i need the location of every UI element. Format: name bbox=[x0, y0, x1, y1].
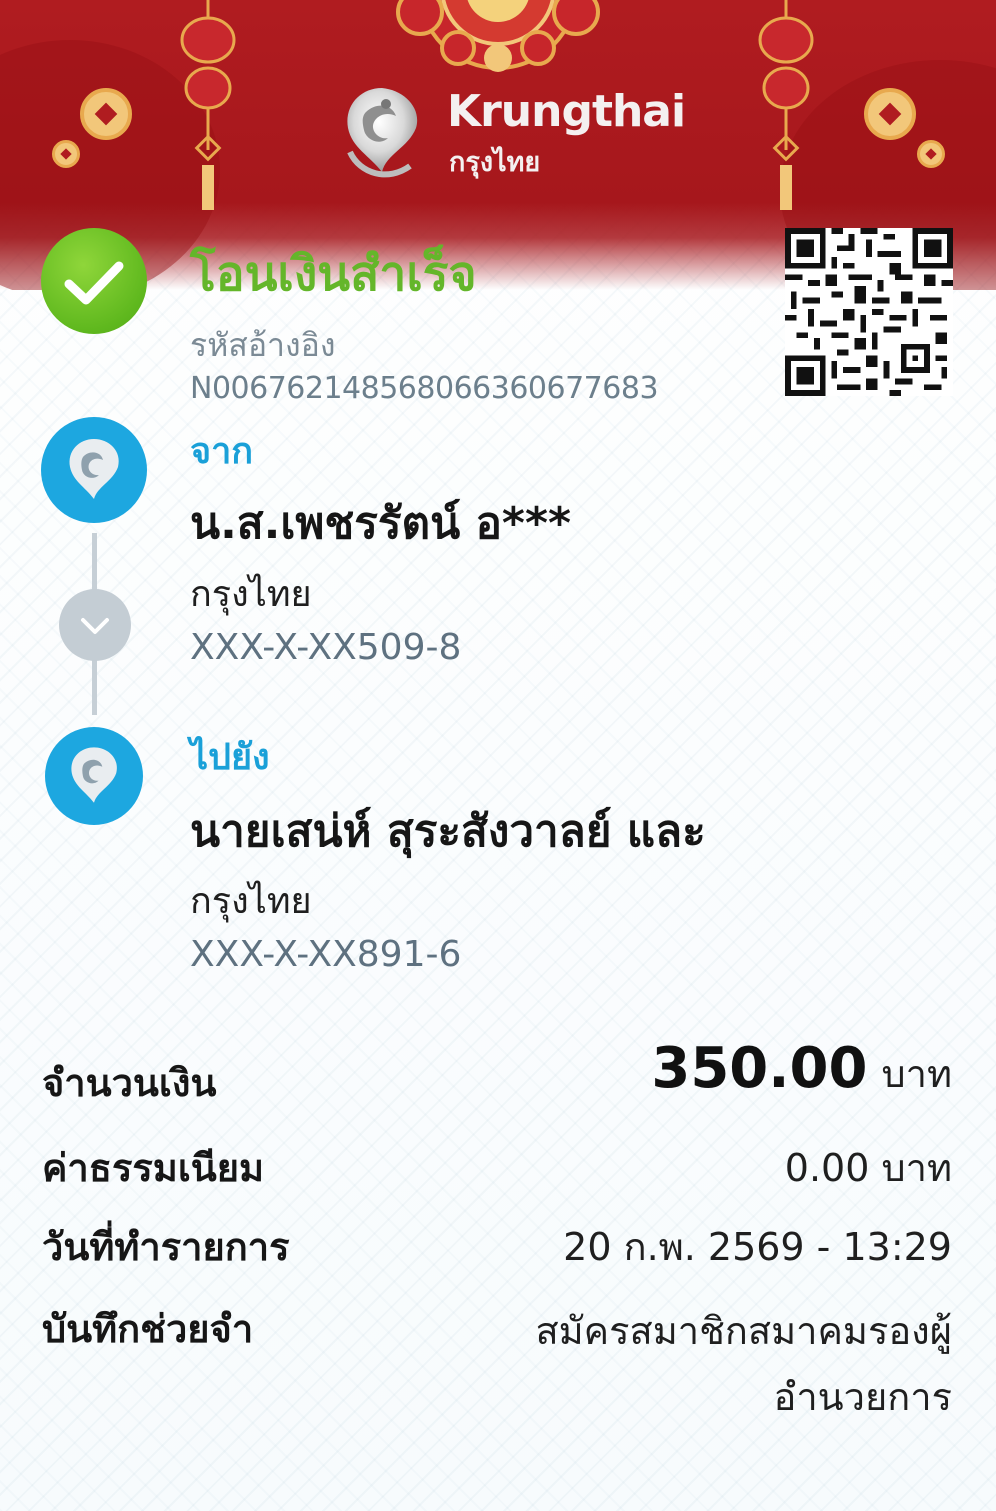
reference-label: รหัสอ้างอิง bbox=[190, 326, 336, 364]
qr-code-icon[interactable] bbox=[785, 228, 953, 396]
coin-icon bbox=[80, 88, 132, 140]
memo-label: บันทึกช่วยจำ bbox=[42, 1307, 254, 1351]
brand-name-th: กรุงไทย bbox=[449, 147, 541, 178]
recipient-name: นายเสน่ห์ สุระสังวาลย์ และ bbox=[190, 806, 706, 857]
amount-unit: บาท bbox=[881, 1052, 952, 1096]
lantern-icon bbox=[758, 0, 814, 210]
transaction-date-value: 20 ก.พ. 2569 - 13:29 bbox=[563, 1225, 952, 1269]
brand-name-en: Krungthai bbox=[447, 86, 686, 137]
amount-value: 350.00 bbox=[651, 1036, 868, 1101]
reference-number: N006762148568066360677683 bbox=[190, 371, 659, 406]
sender-account: XXX-X-XX509-8 bbox=[190, 627, 462, 668]
coin-icon bbox=[917, 140, 945, 168]
ornament-decoration bbox=[396, 0, 600, 72]
expand-details-button[interactable] bbox=[59, 589, 131, 661]
sender-bank: กรุงไทย bbox=[190, 574, 312, 615]
recipient-bank: กรุงไทย bbox=[190, 881, 312, 922]
to-bank-icon bbox=[45, 727, 143, 825]
memo-value: สมัครสมาชิกสมาคมรองผู้อำนวยการ bbox=[535, 1309, 952, 1419]
amount-value-group: 350.00 บาท bbox=[651, 1036, 952, 1104]
to-label: ไปยัง bbox=[190, 737, 270, 778]
fee-value: 0.00 บาท bbox=[784, 1146, 952, 1190]
coin-icon bbox=[864, 88, 916, 140]
status-title: โอนเงินสำเร็จ bbox=[190, 246, 477, 302]
transfer-slip: Krungthai กรุงไทย โอนเงินสำเร็จ รหัสอ้าง… bbox=[0, 0, 996, 1511]
sender-name: น.ส.เพชรรัตน์ อ*** bbox=[190, 498, 571, 549]
amount-label: จำนวนเงิน bbox=[42, 1061, 217, 1105]
lantern-icon bbox=[180, 0, 236, 210]
recipient-account: XXX-X-XX891-6 bbox=[190, 934, 462, 975]
check-circle-icon bbox=[41, 228, 147, 334]
krungthai-logo-icon bbox=[347, 88, 418, 178]
from-label: จาก bbox=[190, 431, 254, 472]
from-bank-icon bbox=[41, 417, 147, 523]
fee-label: ค่าธรรมเนียม bbox=[42, 1146, 265, 1190]
coin-icon bbox=[52, 140, 80, 168]
transaction-date-label: วันที่ทำรายการ bbox=[42, 1225, 290, 1269]
chevron-down-icon bbox=[81, 618, 109, 634]
